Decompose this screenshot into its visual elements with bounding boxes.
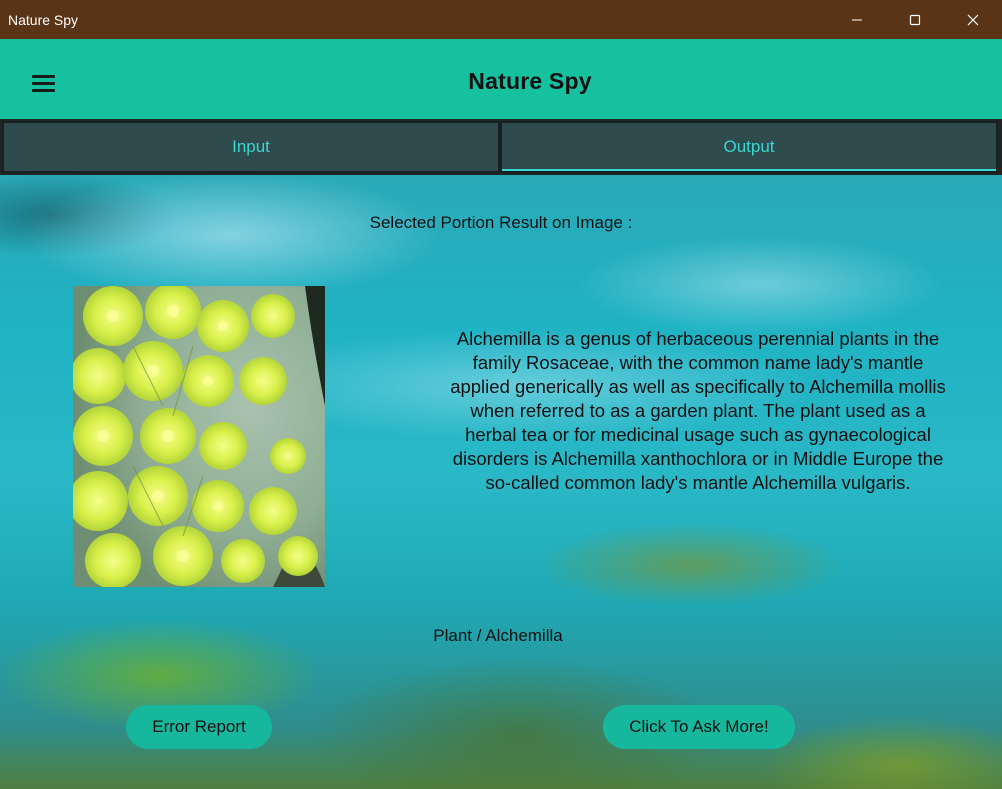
tab-input[interactable]: Input (2, 121, 500, 173)
minimize-icon (852, 19, 862, 20)
close-button[interactable] (944, 0, 1002, 39)
hamburger-menu-icon[interactable] (32, 75, 56, 93)
window-title: Nature Spy (8, 11, 79, 28)
app-title: Nature Spy (468, 68, 592, 94)
minimize-button[interactable] (828, 0, 886, 39)
maximize-button[interactable] (886, 0, 944, 39)
error-report-button[interactable]: Error Report (126, 705, 272, 749)
tab-output[interactable]: Output (500, 121, 998, 173)
classification-label: Plant / Alchemilla (433, 626, 563, 645)
tab-bar: Input Output (0, 119, 1002, 175)
output-panel: Selected Portion Result on Image : Alche… (0, 175, 1002, 789)
window-titlebar: Nature Spy (0, 0, 1002, 39)
plant-image (73, 286, 325, 587)
result-label: Selected Portion Result on Image : (369, 213, 633, 232)
plant-description: Alchemilla is a genus of herbaceous pere… (450, 328, 946, 493)
app-bar: Nature Spy (0, 39, 1002, 119)
ask-more-button[interactable]: Click To Ask More! (603, 705, 795, 749)
maximize-icon (909, 14, 921, 25)
plant-photo (73, 286, 325, 587)
close-icon (967, 14, 979, 25)
window-controls (828, 0, 1002, 39)
